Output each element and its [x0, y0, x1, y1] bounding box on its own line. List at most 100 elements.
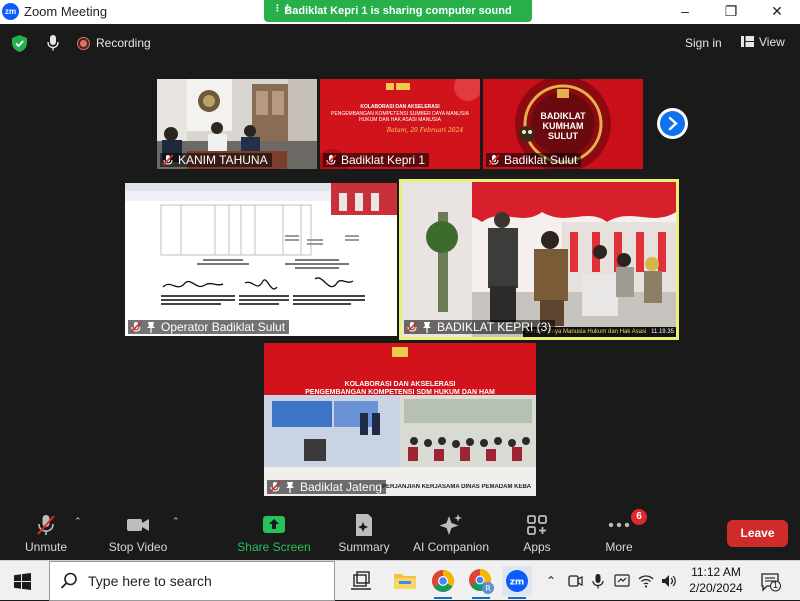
apps-label: Apps	[523, 540, 551, 554]
leave-button[interactable]: Leave	[727, 520, 788, 547]
unmute-button[interactable]: Unmute	[18, 508, 74, 560]
taskbar-clock[interactable]: 11:12 AM 2/20/2024	[684, 564, 748, 596]
participant-name: Badiklat Sulut	[504, 153, 578, 167]
task-view-icon[interactable]	[346, 566, 376, 596]
volume-icon[interactable]	[661, 573, 677, 589]
summary-document-icon	[356, 514, 372, 536]
jateng-slide-title: KOLABORASI DAN AKSELERASI	[344, 381, 456, 388]
folder-icon	[394, 574, 416, 589]
security-shield-icon[interactable]	[11, 34, 28, 53]
chrome-icon	[432, 570, 454, 592]
meet-now-icon[interactable]	[567, 573, 583, 589]
sulut-line-2: KUMHAM	[542, 121, 584, 131]
maximize-button[interactable]: ❐	[708, 0, 754, 24]
video-tile-badiklat-jateng[interactable]: KOLABORASI DAN AKSELERASI PENGEMBANGAN K…	[264, 343, 536, 496]
muted-mic-icon	[269, 481, 281, 493]
clock-date: 2/20/2024	[689, 581, 743, 595]
share-screen-button[interactable]: Share Screen	[236, 508, 312, 560]
minimize-button[interactable]: –	[662, 0, 708, 24]
jateng-slide-subtitle: PENGEMBANGAN KOMPETENSI SDM HUKUM DAN HA…	[305, 389, 495, 396]
notifications-button[interactable]: 1	[760, 572, 782, 592]
next-page-button[interactable]	[657, 108, 688, 139]
sulut-line-1: BADIKLAT	[540, 111, 586, 121]
video-tile-kanim-tahuna[interactable]: KANIM TAHUNA	[157, 79, 317, 169]
zoom-logo-icon: zm	[2, 3, 19, 20]
zoom-app-icon: zm	[506, 570, 528, 592]
chrome-profile-app-icon[interactable]: R	[466, 566, 496, 599]
pin-icon	[286, 482, 294, 493]
summary-label: Summary	[338, 540, 390, 554]
participant-name-label: Badiklat Jateng	[267, 480, 387, 494]
view-label: View	[759, 35, 785, 49]
close-window-button[interactable]: ✕	[754, 0, 800, 24]
search-input[interactable]	[88, 571, 328, 591]
notification-count: 1	[772, 580, 778, 590]
participant-name-label: Badiklat Sulut	[486, 153, 582, 167]
sharing-sound-banner[interactable]: ⋮⋮ Badiklat Kepri 1 is sharing computer …	[264, 0, 532, 22]
video-options-chevron-up-icon[interactable]: ⌃	[172, 516, 180, 527]
participant-name-label: KANIM TAHUNA	[160, 153, 272, 167]
app-running-indicator	[508, 597, 526, 599]
summary-button[interactable]: Summary	[334, 508, 394, 560]
sulut-line-3: SULUT	[548, 131, 578, 141]
participant-name-label: Badiklat Kepri 1	[323, 153, 430, 167]
microphone-tray-icon[interactable]	[590, 573, 606, 589]
kepri-slide-subtitle: PENGEMBANGAN KOMPETENSI SUMBER DAYA MANU…	[331, 111, 469, 123]
video-tile-badiklat-sulut[interactable]: BADIKLAT KUMHAM SULUT Badiklat Sulut	[483, 79, 643, 169]
file-explorer-icon[interactable]	[390, 566, 420, 596]
taskbar-search-box[interactable]	[49, 561, 335, 601]
battery-screen-icon[interactable]	[614, 573, 630, 589]
meeting-top-bar: Recording Sign in View	[0, 24, 800, 62]
participant-name-label: Operator Badiklat Sulut	[128, 320, 290, 334]
muted-mic-icon	[37, 515, 55, 535]
muted-mic-icon	[130, 321, 142, 333]
stop-video-label: Stop Video	[108, 540, 168, 554]
muted-mic-icon	[325, 154, 337, 166]
video-tile-badiklat-kepri-1[interactable]: KOLABORASI DAN AKSELERASI PENGEMBANGAN K…	[320, 79, 480, 169]
recording-label[interactable]: Recording	[96, 36, 151, 50]
search-icon	[60, 572, 77, 589]
sharing-sound-text: Badiklat Kepri 1 is sharing computer sou…	[284, 5, 512, 17]
video-camera-icon	[127, 519, 149, 531]
participant-name: BADIKLAT KEPRI (3)	[437, 320, 552, 334]
shared-document-screen	[125, 183, 397, 336]
clock-time: 11:12 AM	[691, 565, 741, 579]
chrome-profile-icon: R	[469, 569, 494, 594]
view-button[interactable]: View	[741, 35, 785, 49]
more-label: More	[605, 540, 633, 554]
pin-icon	[147, 322, 155, 333]
sparkle-icon	[439, 514, 462, 535]
participant-name: Operator Badiklat Sulut	[161, 320, 286, 334]
share-screen-label: Share Screen	[237, 540, 311, 554]
window-title: Zoom Meeting	[24, 4, 108, 19]
audio-mic-icon[interactable]	[46, 34, 60, 52]
apps-icon	[527, 515, 547, 535]
more-dots-icon	[608, 522, 630, 528]
sign-in-link[interactable]: Sign in	[685, 36, 722, 50]
stop-video-button[interactable]: Stop Video	[104, 508, 172, 560]
audio-options-chevron-up-icon[interactable]: ⌃	[74, 516, 82, 527]
sulut-emblem-text: BADIKLAT KUMHAM SULUT	[533, 111, 593, 141]
drag-handle-icon[interactable]: ⋮⋮	[273, 4, 292, 16]
chevron-right-icon	[668, 116, 678, 131]
muted-mic-icon	[406, 321, 418, 333]
participant-name: Badiklat Kepri 1	[341, 153, 426, 167]
apps-button[interactable]: Apps	[512, 508, 562, 560]
video-tile-operator-badiklat-sulut[interactable]: Operator Badiklat Sulut	[125, 183, 397, 336]
video-tile-badiklat-kepri-3[interactable]: Sumber Daya Manusia Hukum dan Hak Asasi …	[399, 179, 679, 340]
unmute-label: Unmute	[24, 540, 68, 554]
ai-companion-button[interactable]: AI Companion	[408, 508, 494, 560]
windows-start-icon[interactable]	[14, 573, 31, 590]
participant-name-label: BADIKLAT KEPRI (3)	[404, 320, 556, 334]
recording-indicator-icon[interactable]	[78, 38, 89, 49]
muted-mic-icon	[488, 154, 500, 166]
ai-companion-label: AI Companion	[412, 540, 490, 554]
zoom-taskbar-icon[interactable]: zm	[502, 566, 532, 599]
show-hidden-icons-chevron-up-icon[interactable]: ⌃	[543, 573, 559, 589]
window-title-bar: zm Zoom Meeting ⋮⋮ Badiklat Kepri 1 is s…	[0, 0, 800, 24]
wifi-icon[interactable]	[638, 573, 654, 589]
svg-text:R: R	[485, 584, 491, 593]
chrome-app-icon[interactable]	[428, 566, 458, 599]
participant-name: KANIM TAHUNA	[178, 153, 268, 167]
app-running-indicator	[434, 597, 452, 599]
